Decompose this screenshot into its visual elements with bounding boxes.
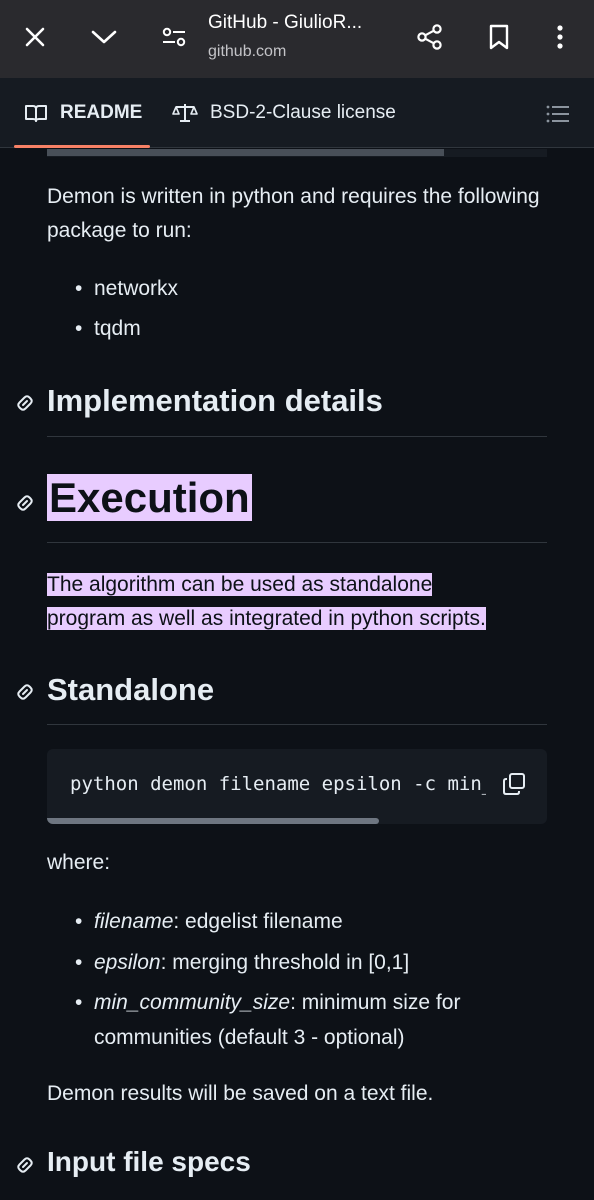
heading-standalone: Standalone: [47, 672, 215, 707]
bullet: •: [75, 951, 83, 974]
readme-content: Demon is written in python and requires …: [0, 149, 594, 1200]
param-name: filename: [94, 910, 174, 933]
highlighted-text: program as well as integrated in python …: [47, 607, 486, 630]
bookmark-icon[interactable]: [479, 17, 519, 57]
param-desc: : edgelist filename: [173, 910, 343, 933]
close-icon[interactable]: [15, 17, 55, 57]
code-block-scrollbar[interactable]: [47, 149, 547, 157]
browser-toolbar: GitHub - GiulioR... github.com: [0, 0, 594, 78]
list-item: • min_community_size: minimum size for c…: [75, 985, 545, 1055]
where-label: where:: [47, 851, 111, 874]
scale-icon: [172, 102, 198, 124]
link-icon[interactable]: [13, 391, 37, 415]
book-icon: [24, 103, 48, 123]
readme-tab-bar: README BSD-2-Clause license: [0, 78, 594, 148]
copy-icon[interactable]: [499, 769, 529, 799]
link-icon[interactable]: [13, 1153, 37, 1177]
tab-readme[interactable]: README: [0, 78, 150, 148]
list-item: • epsilon: merging threshold in [0,1]: [75, 945, 545, 980]
param-desc: : merging threshold in [0,1]: [160, 951, 410, 974]
code-block[interactable]: python demon filename epsilon -c min_com…: [47, 749, 547, 824]
divider: [47, 436, 547, 437]
tab-readme-label: README: [60, 102, 143, 123]
bullet: •: [75, 910, 83, 933]
list-item: • networkx: [75, 271, 545, 306]
horizontal-scrollbar[interactable]: [47, 818, 379, 824]
heading-input-file-specs: Input file specs: [47, 1146, 251, 1177]
divider: [47, 542, 547, 543]
divider: [47, 724, 547, 725]
link-icon[interactable]: [13, 680, 37, 704]
active-tab-indicator: [14, 145, 150, 148]
table-of-contents-icon[interactable]: [542, 98, 574, 130]
execution-paragraph: The algorithm can be used as standalone …: [47, 568, 547, 636]
heading-implementation: Implementation details: [47, 383, 383, 418]
param-name: epsilon: [94, 951, 161, 974]
list-item: • filename: edgelist filename: [75, 904, 545, 939]
scrollbar-thumb[interactable]: [47, 149, 444, 156]
share-icon[interactable]: [410, 17, 450, 57]
page-url[interactable]: github.com: [208, 43, 286, 61]
bullet: •: [75, 991, 83, 1014]
page-title[interactable]: GitHub - GiulioR...: [208, 12, 362, 34]
intro-paragraph: Demon is written in python and requires …: [47, 185, 540, 242]
param-name: min_community_size: [94, 991, 291, 1014]
highlighted-text: The algorithm can be used as standalone: [47, 573, 433, 596]
code-text[interactable]: python demon filename epsilon -c min_com…: [70, 773, 486, 795]
results-paragraph: Demon results will be saved on a text fi…: [47, 1082, 434, 1105]
link-icon[interactable]: [13, 491, 37, 515]
tab-license-label: BSD-2-Clause license: [210, 102, 396, 123]
tab-license[interactable]: BSD-2-Clause license: [172, 78, 396, 148]
bullet: •: [75, 317, 83, 340]
heading-execution-text: Execution: [47, 474, 252, 521]
list-item: • tqdm: [75, 311, 545, 346]
more-icon[interactable]: [540, 17, 580, 57]
bullet: •: [75, 277, 83, 300]
heading-execution: Execution: [47, 474, 252, 522]
chevron-down-icon[interactable]: [84, 17, 124, 57]
page-settings-icon[interactable]: [154, 17, 194, 57]
